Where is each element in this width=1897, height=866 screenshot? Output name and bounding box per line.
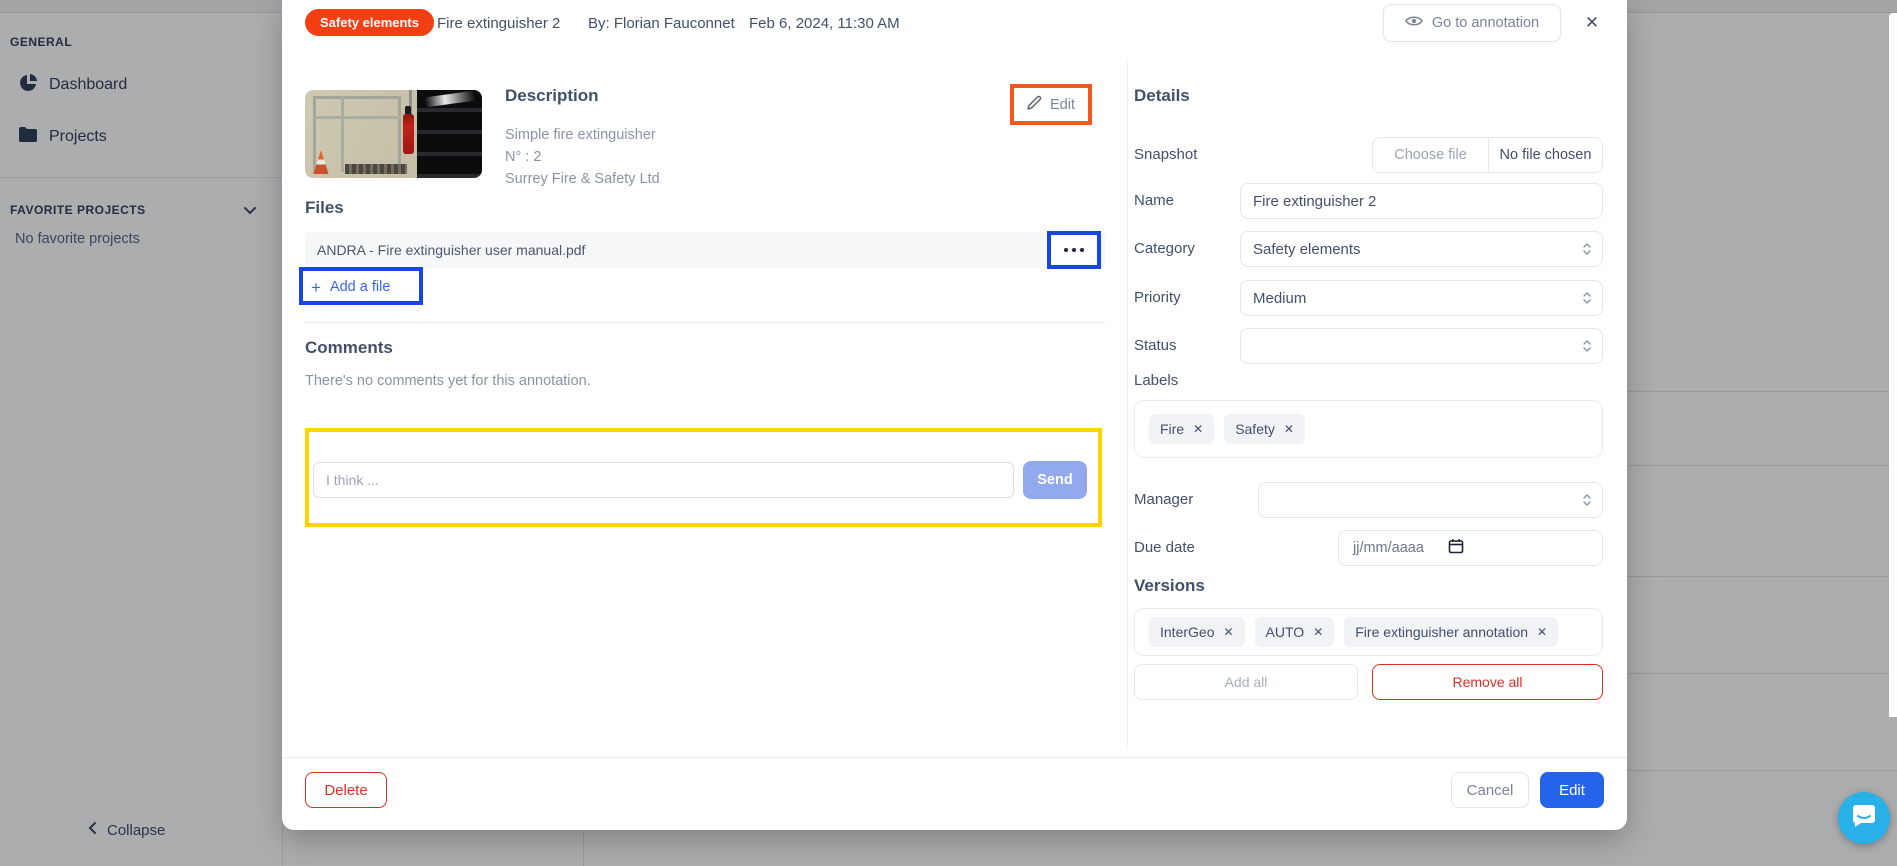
snapshot-label: Snapshot — [1134, 146, 1197, 163]
due-date-placeholder: jj/mm/aaaa — [1353, 540, 1424, 556]
go-to-annotation-button[interactable]: Go to annotation — [1383, 4, 1561, 42]
status-label: Status — [1134, 337, 1177, 354]
status-select[interactable] — [1240, 328, 1603, 364]
edit-button[interactable]: Edit — [1540, 772, 1604, 808]
priority-select[interactable]: Medium — [1240, 280, 1603, 316]
labels-label: Labels — [1134, 372, 1178, 389]
comment-input[interactable] — [313, 462, 1014, 498]
app-root: GENERAL Dashboard Projects FAVORITE PROJ… — [0, 0, 1897, 866]
calendar-icon — [1448, 538, 1464, 558]
thumbnail-fire-extinguisher — [403, 114, 414, 154]
description-line: Simple fire extinguisher — [505, 127, 656, 143]
comments-empty-text: There's no comments yet for this annotat… — [305, 373, 591, 389]
versions-heading: Versions — [1134, 576, 1205, 596]
description-line: Surrey Fire & Safety Ltd — [505, 171, 660, 187]
category-select[interactable]: Safety elements — [1240, 231, 1603, 267]
thumbnail-frame-bar — [341, 96, 344, 172]
comments-heading: Comments — [305, 338, 393, 358]
description-line: N° : 2 — [505, 149, 541, 165]
priority-value: Medium — [1253, 290, 1306, 307]
files-heading: Files — [305, 198, 344, 218]
details-heading: Details — [1134, 86, 1190, 106]
due-date-input[interactable]: jj/mm/aaaa — [1338, 530, 1603, 566]
chat-launcher-button[interactable] — [1838, 792, 1890, 844]
no-file-chosen-text: No file chosen — [1489, 138, 1602, 172]
annotation-thumbnail — [305, 90, 482, 178]
section-divider — [305, 322, 1105, 323]
modal-title: Fire extinguisher 2 — [437, 0, 560, 46]
chat-bubble-icon — [1851, 804, 1877, 833]
version-chip-text: Fire extinguisher annotation — [1355, 624, 1528, 640]
label-chip: Fire ✕ — [1149, 414, 1214, 444]
thumbnail-floor-grate — [345, 164, 407, 174]
select-chevrons-icon — [1582, 338, 1602, 354]
eye-icon — [1405, 15, 1423, 31]
modal-date: Feb 6, 2024, 11:30 AM — [749, 0, 900, 46]
thumbnail-frame-bar — [313, 116, 401, 119]
column-divider — [1127, 62, 1128, 746]
version-chip: AUTO ✕ — [1255, 617, 1335, 647]
add-file-label: Add a file — [330, 279, 390, 295]
labels-container: Fire ✕ Safety ✕ — [1134, 400, 1603, 458]
version-chip-text: InterGeo — [1160, 624, 1214, 640]
add-file-button[interactable]: + Add a file — [311, 272, 390, 302]
plus-icon: + — [311, 279, 321, 296]
category-label: Category — [1134, 240, 1195, 257]
delete-button[interactable]: Delete — [305, 772, 387, 808]
description-edit-label: Edit — [1050, 97, 1075, 113]
name-input[interactable] — [1240, 183, 1603, 219]
version-chip: Fire extinguisher annotation ✕ — [1344, 617, 1558, 647]
cancel-button[interactable]: Cancel — [1451, 772, 1529, 808]
description-edit-button[interactable]: Edit — [1014, 88, 1088, 121]
modal-author: By: Florian Fauconnet — [588, 0, 735, 46]
scrollbar-track[interactable] — [1889, 13, 1897, 717]
send-button[interactable]: Send — [1023, 461, 1087, 499]
pencil-icon — [1027, 95, 1042, 114]
remove-version-icon[interactable]: ✕ — [1313, 625, 1323, 639]
select-chevrons-icon — [1582, 492, 1602, 508]
manager-select[interactable] — [1258, 482, 1603, 518]
category-badge: Safety elements — [305, 9, 434, 36]
due-date-label: Due date — [1134, 539, 1195, 556]
name-label: Name — [1134, 192, 1174, 209]
select-chevrons-icon — [1582, 241, 1602, 257]
manager-label: Manager — [1134, 491, 1193, 508]
remove-label-icon[interactable]: ✕ — [1284, 422, 1294, 436]
remove-version-icon[interactable]: ✕ — [1223, 625, 1233, 639]
label-chip-text: Safety — [1235, 421, 1275, 437]
remove-version-icon[interactable]: ✕ — [1537, 625, 1547, 639]
select-chevrons-icon — [1582, 290, 1602, 306]
choose-file-button[interactable]: Choose file — [1373, 138, 1489, 172]
category-value: Safety elements — [1253, 241, 1361, 258]
versions-container: InterGeo ✕ AUTO ✕ Fire extinguisher anno… — [1134, 608, 1603, 656]
remove-all-button[interactable]: Remove all — [1372, 664, 1603, 700]
footer-divider — [282, 757, 1627, 758]
add-all-button[interactable]: Add all — [1134, 664, 1358, 700]
thumbnail-door-frame — [313, 96, 401, 174]
file-actions-kebab-icon[interactable] — [1052, 236, 1096, 264]
go-to-annotation-label: Go to annotation — [1432, 15, 1539, 31]
label-chip-text: Fire — [1160, 421, 1184, 437]
snapshot-file-input[interactable]: Choose file No file chosen — [1372, 137, 1603, 173]
remove-label-icon[interactable]: ✕ — [1193, 422, 1203, 436]
version-chip-text: AUTO — [1266, 624, 1305, 640]
annotation-modal: Safety elements Fire extinguisher 2 By: … — [282, 0, 1627, 830]
description-heading: Description — [505, 86, 599, 106]
close-icon[interactable]: ✕ — [1580, 11, 1604, 35]
file-list-item[interactable]: ANDRA - Fire extinguisher user manual.pd… — [305, 232, 1105, 268]
file-name: ANDRA - Fire extinguisher user manual.pd… — [317, 242, 585, 258]
label-chip: Safety ✕ — [1224, 414, 1305, 444]
priority-label: Priority — [1134, 289, 1181, 306]
version-chip: InterGeo ✕ — [1149, 617, 1245, 647]
